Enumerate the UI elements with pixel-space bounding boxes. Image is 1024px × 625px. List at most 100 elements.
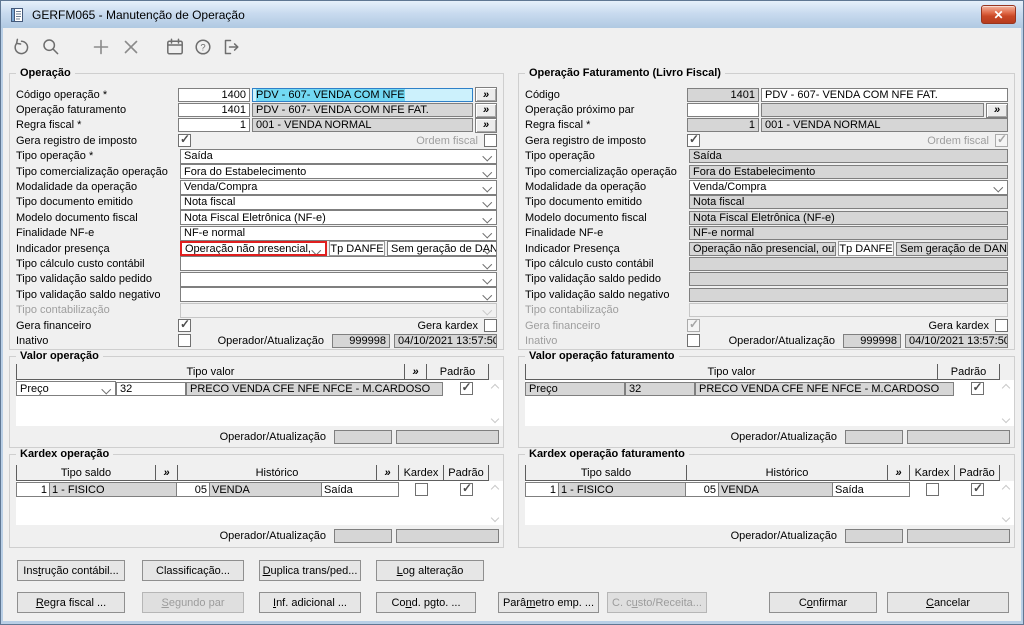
codigo-desc[interactable]: PDV - 607- VENDA COM NFE FAT. [761,87,1008,102]
tipo-contabilizacao-fat-value [689,303,1008,318]
row-tipo-contabilizacao-fat: Tipo contabilização [525,302,1008,318]
codigo-operacao-desc[interactable]: PDV - 607- VENDA COM NFE [252,87,473,102]
operacao-faturamento-input[interactable]: 1401 [178,103,250,118]
tipo-saldo-num[interactable]: 1 [16,482,50,497]
tipo-valor-select[interactable]: Preço [16,381,116,396]
tipo-documento-select[interactable]: Nota fiscal [180,194,497,210]
gera-financeiro-fat-label: Gera financeiro [525,319,601,332]
kardex-fat-checkbox[interactable] [926,483,939,496]
row-gera-financeiro-fat: Gera financeiro Gera kardex [525,317,1008,333]
padrao-fat-checkbox[interactable] [970,380,984,395]
modelo-fiscal-select[interactable]: Nota Fiscal Eletrônica (NF-e) [180,210,497,226]
modalidade-select[interactable]: Venda/Compra [180,179,497,195]
tipo-valor-lookup-button[interactable]: » [405,364,427,380]
operacao-faturamento-desc: PDV - 607- VENDA COM NFE FAT. [252,103,473,118]
historico-lookup-button[interactable]: » [377,465,399,481]
validacao-saldo-pedido-select[interactable] [180,271,497,287]
kardex-fat-operador-label: Operador/Atualização [730,530,837,542]
gera-registro-imposto-fat-checkbox[interactable] [687,132,700,148]
inativo-checkbox[interactable] [178,334,191,348]
gera-financeiro-label: Gera financeiro [16,319,92,332]
delete-icon[interactable] [119,35,143,59]
btn-confirmar[interactable]: Co nfirmar [769,592,877,613]
historico-num[interactable]: 05 [177,482,210,497]
padrao-checkbox[interactable] [459,380,473,395]
btn-inf-adicional[interactable]: Inf. adicional ... [259,592,361,613]
btn-cancelar[interactable]: Cancelar [887,592,1009,613]
kardex-checkbox[interactable] [415,483,428,496]
operacao-faturamento-lookup-button[interactable]: » [475,102,497,118]
gera-kardex-fat-checkbox[interactable] [995,319,1008,333]
tipo-saldo-lookup-button[interactable]: » [156,465,178,481]
dialog-body: Operação Código operação * 1400 PDV - 60… [3,65,1021,621]
search-icon[interactable] [39,35,63,59]
kardex-fat-tipo[interactable]: Saída [833,482,910,497]
modalidade-fat-select[interactable]: Venda/Compra [689,179,1008,195]
tipo-comercializacao-select[interactable]: Fora do Estabelecimento [180,164,497,180]
help-icon[interactable]: ? [191,35,215,59]
kardex-operador-label: Operador/Atualização [219,530,326,542]
gera-registro-imposto-checkbox[interactable] [178,132,191,148]
btn-cond-pgto[interactable]: Co n d. pgto. ... [376,592,476,613]
tipo-valor-fat-num: 32 [625,381,695,396]
tipo-saldo-fat-num[interactable]: 1 [525,482,559,497]
scroll-down-icon [490,514,499,523]
btn-c-custo-receita: C. c u sto/Receita... [607,592,707,613]
gera-financeiro-fat-checkbox [687,317,700,333]
validacao-saldo-negativo-select[interactable] [180,287,497,303]
kardex-tipo[interactable]: Saída [322,482,399,497]
close-button[interactable]: ✕ [981,5,1016,24]
tipo-calculo-custo-select[interactable] [180,256,497,272]
btn-regra-fiscal[interactable]: Regra fiscal ... [17,592,125,613]
col-kardex-fat: Kardex [910,465,955,481]
valor-operacao-row[interactable]: Preço 32 PRECO VENDA CFE NFE NFCE - M.CA… [16,380,503,397]
modelo-fiscal-fat-value: Nota Fiscal Eletrônica (NF-e) [689,210,1008,225]
kardex-padrao-checkbox[interactable] [460,481,473,496]
group-operacao: Operação Código operação * 1400 PDV - 60… [9,67,504,350]
undo-icon[interactable] [9,35,33,59]
btn-log-alteracao[interactable]: Log alteração [376,560,484,581]
btn-instrucao-contabil[interactable]: Ins t rução contábil... [17,560,125,581]
exit-icon[interactable] [219,35,243,59]
row-finalidade-nfe-fat: Finalidade NF-e NF-e normal [525,226,1008,241]
operacao-proximo-par-lookup-button[interactable]: » [986,102,1008,118]
regra-fiscal-input[interactable]: 1 [178,118,250,133]
tipo-operacao-label: Tipo operação * [16,150,94,163]
gera-registro-imposto-fat-label: Gera registro de imposto [525,134,647,147]
modelo-fiscal-label: Modelo documento fiscal [16,211,138,224]
valor-fat-operador-label: Operador/Atualização [730,431,837,443]
kardex-fat-padrao-checkbox[interactable] [971,481,984,496]
tp-danfe-select[interactable]: Sem geração de DAN [387,241,497,257]
inativo-fat-checkbox[interactable] [687,334,700,348]
finalidade-nfe-select[interactable]: NF-e normal [180,225,497,241]
gera-financeiro-checkbox[interactable] [178,317,191,333]
historico-fat-lookup-button[interactable]: » [888,465,910,481]
operacao-proximo-par-input[interactable] [687,103,759,118]
tipo-operacao-select[interactable]: Saída [180,148,497,164]
tipo-valor-fat-value: Preço [525,381,625,396]
codigo-operacao-lookup-button[interactable]: » [475,87,497,103]
indicador-presenca-select[interactable]: Operação não presencial, [180,241,327,257]
historico-fat-num[interactable]: 05 [686,482,719,497]
operador-atualizacao-label: Operador/Atualização [217,334,324,347]
add-icon[interactable] [89,35,113,59]
gera-kardex-checkbox[interactable] [484,319,497,333]
btn-duplica-trans-ped[interactable]: Duplica trans/ped... [259,560,361,581]
col-tipo-valor-fat: Tipo valor [525,364,938,380]
codigo-operacao-input[interactable]: 1400 [178,87,250,102]
kardex-operacao-row[interactable]: 1 1 - FISICO 05 VENDA Saída [16,481,503,498]
btn-parametro-emp[interactable]: Parâ m etro emp. ... [498,592,599,613]
validacao-saldo-negativo-fat-value [689,287,1008,302]
regra-fiscal-lookup-button[interactable]: » [475,117,497,133]
kardex-faturamento-row[interactable]: 1 1 - FISICO 05 VENDA Saída [525,481,1014,498]
tipo-valor-num[interactable]: 32 [116,381,186,396]
tipo-contabilizacao-label: Tipo contabilização [16,304,110,317]
tipo-documento-label: Tipo documento emitido [16,196,133,209]
regra-fiscal-fat-label: Regra fiscal * [525,119,591,132]
row-gera-financeiro: Gera financeiro Gera kardex [16,317,497,333]
btn-classificacao[interactable]: Classificação... [142,560,244,581]
modalidade-label: Modalidade da operação [16,181,138,194]
gera-registro-imposto-label: Gera registro de imposto [16,134,138,147]
calendar-icon[interactable] [163,35,187,59]
ordem-fiscal-checkbox[interactable] [484,134,497,148]
